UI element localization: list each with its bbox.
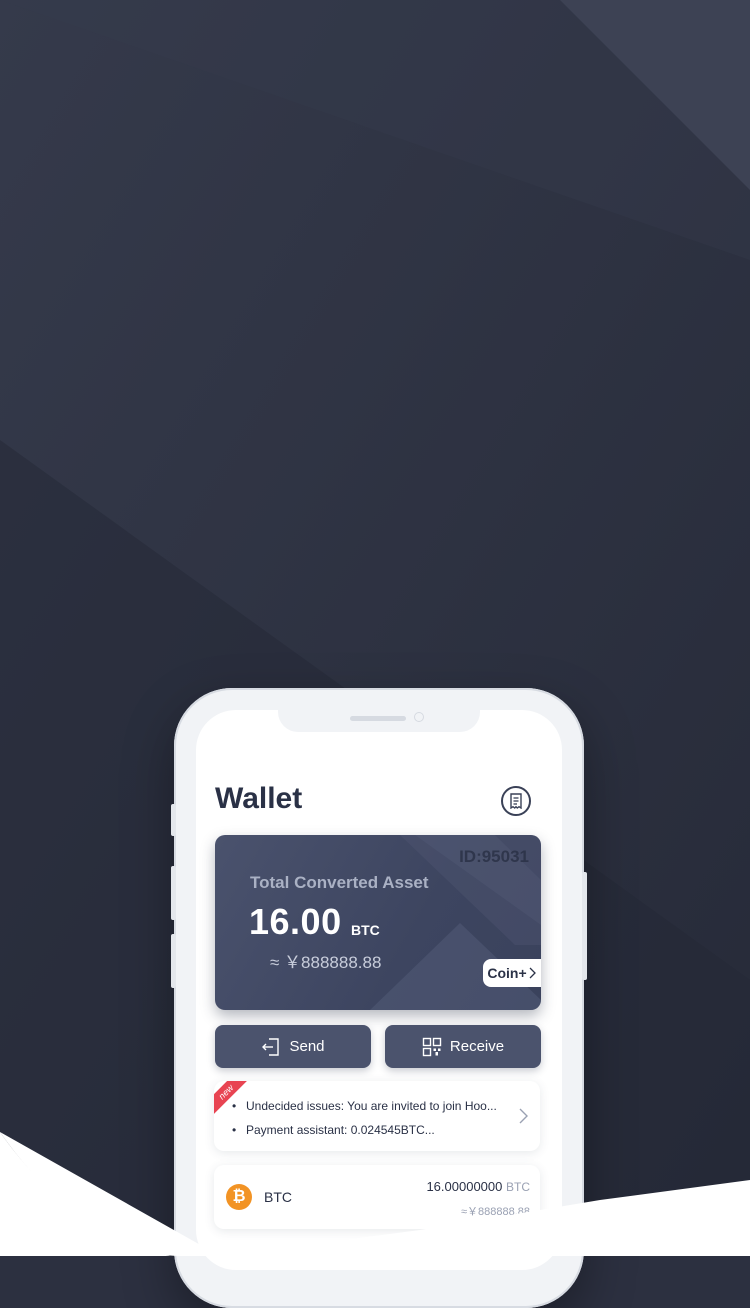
send-label: Send xyxy=(289,1038,325,1055)
asset-unit: BTC xyxy=(351,922,380,938)
phone-side-button xyxy=(171,804,176,836)
asset-label: Total Converted Asset xyxy=(250,873,429,892)
receipt-icon xyxy=(510,793,522,809)
phone-side-button xyxy=(171,866,176,920)
receive-button[interactable]: Receive xyxy=(385,1025,541,1068)
phone-side-button xyxy=(171,934,176,988)
qr-code-icon xyxy=(422,1037,442,1056)
send-button[interactable]: Send xyxy=(215,1025,371,1068)
phone-power-button xyxy=(582,872,587,980)
records-button[interactable] xyxy=(501,786,531,816)
front-camera xyxy=(414,712,424,722)
phone-notch xyxy=(278,710,480,732)
user-id: ID:95031 xyxy=(459,847,529,866)
receive-label: Receive xyxy=(449,1038,505,1055)
coin-plus-button[interactable]: Coin+ xyxy=(483,959,541,987)
chevron-right-icon xyxy=(529,967,536,979)
asset-card: ID:95031 Total Converted Asset 16.00 BTC… xyxy=(215,835,541,1010)
send-icon xyxy=(262,1037,280,1056)
speaker-grille xyxy=(350,716,406,721)
bottom-wave xyxy=(0,1132,750,1256)
coin-plus-label: Coin+ xyxy=(487,965,527,981)
page-title: Wallet xyxy=(215,782,303,815)
asset-fiat-value: ≈ ￥888888.88 xyxy=(270,953,382,972)
asset-amount: 16.00 xyxy=(249,901,342,942)
